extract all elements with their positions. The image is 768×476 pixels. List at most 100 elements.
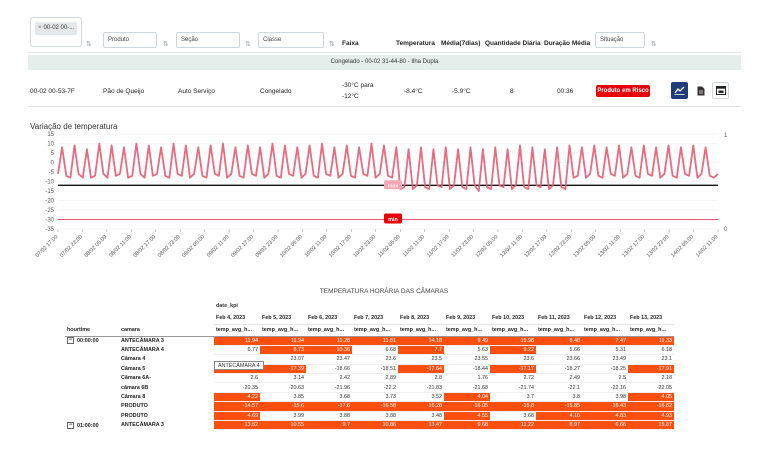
empty-cell — [119, 300, 214, 312]
y-tick-label: 5 — [51, 151, 55, 157]
table-row: Câmara 6A- 2.6 3.14 2.42 2.89 2.8 1.76 2.72 2.49… — [65, 373, 674, 384]
column-header-duracao[interactable]: Duração Média — [544, 40, 590, 47]
date-header: Feb 8, 2023 — [398, 312, 444, 325]
value-cell: 3.98 — [582, 392, 628, 403]
id-filter-select[interactable]: × 00-02 00-... — [30, 17, 82, 47]
value-cell: 3.68 — [490, 411, 536, 422]
camara-cell: Câmara 6A- — [121, 375, 151, 382]
row-temperatura: -8.4°C — [404, 88, 423, 95]
column-header-faixa[interactable]: Faixa — [342, 40, 359, 47]
value-cell: 23.07 — [260, 354, 306, 365]
line-chart-icon — [674, 86, 685, 95]
x-tick-label: 08/02 05:00 — [84, 234, 109, 259]
value-cell: 2.89 — [352, 373, 398, 384]
selected-id-chip[interactable]: × 00-02 00-... — [35, 22, 78, 35]
header-divider — [28, 52, 741, 53]
x-tick-label: 10/02 05:00 — [279, 234, 304, 259]
close-icon[interactable]: × — [38, 25, 42, 31]
collapse-icon[interactable]: − — [67, 337, 74, 345]
metric-header: temp_avg_h... — [490, 324, 536, 337]
column-header-temperatura[interactable]: Temperatura — [396, 40, 435, 47]
value-cell: 23.6 — [352, 354, 398, 365]
value-cell: 4.04 — [444, 392, 490, 403]
classe-filter-input[interactable]: Classe — [258, 32, 324, 48]
metric-header: temp_avg_h... — [306, 324, 352, 337]
x-tick-label: 13/02 23:00 — [646, 234, 671, 259]
value-cell: 3.85 — [260, 392, 306, 403]
value-cell: -21.96 — [306, 382, 352, 393]
metric-header: temp_avg_h... — [628, 324, 674, 337]
hourtime-cell — [65, 374, 119, 383]
sort-icon[interactable]: ⇅ — [245, 40, 251, 48]
column-header-quantidade[interactable]: Quantidade Diária — [485, 40, 541, 47]
x-tick-label: 11/02 23:00 — [450, 234, 475, 259]
value-cell: -21.68 — [444, 382, 490, 393]
produto-filter-input[interactable]: Produto — [103, 32, 157, 48]
value-cell: -18.25 — [582, 364, 628, 375]
sort-icon[interactable]: ⇅ — [163, 40, 169, 48]
value-cell: -15.6 — [260, 401, 306, 412]
x-tick-label: 13/02 05:00 — [572, 234, 597, 259]
value-cell: -18.51 — [352, 364, 398, 375]
hourtime-label: 01:00:00 — [77, 422, 99, 429]
collapse-icon[interactable]: − — [67, 421, 74, 429]
value-cell: 6.66 — [582, 420, 628, 431]
row-produto: Pão de Queijo — [103, 88, 145, 95]
value-cell: -18.27 — [536, 364, 582, 375]
dashboard: { "filters": { "chip_value": "00-02 00-.… — [0, 0, 768, 476]
column-header-media[interactable]: Média(7dias) — [441, 40, 480, 47]
x-tick-label: 08/02 23:00 — [157, 234, 182, 259]
x-tick-label: 14/02 11:00 — [695, 234, 720, 259]
date-header: Feb 9, 2023 — [444, 312, 490, 325]
date-header: Feb 6, 2023 — [306, 312, 352, 325]
value-cell: 7.47 — [582, 336, 628, 346]
row-secao: Auto Serviço — [178, 88, 215, 95]
sort-icon[interactable]: ⇅ — [329, 40, 335, 48]
value-cell: 11.22 — [490, 420, 536, 431]
value-cell: -18.44 — [444, 364, 490, 375]
window-button[interactable] — [712, 82, 729, 99]
value-cell: 3.7 — [490, 392, 536, 403]
value-cell: -16.58 — [352, 401, 398, 412]
value-cell: 4.05 — [628, 392, 674, 403]
y-tick-label: -35 — [45, 227, 54, 233]
x-tick-label: 08/02 17:00 — [132, 234, 157, 259]
value-cell: 5.66 — [536, 345, 582, 356]
y-tick-label: -20 — [45, 199, 54, 205]
value-cell: 6.77 — [214, 345, 260, 356]
value-cell: -17.91 — [628, 364, 674, 375]
chart-button[interactable] — [671, 82, 688, 99]
x-tick-label: 10/02 11:00 — [304, 234, 329, 259]
table-row: Câmara 5-16.84-17.39-18.66-18.51-17.64-1… — [65, 364, 674, 375]
row-media: -5.9°C — [452, 88, 471, 95]
sort-icon[interactable]: ⇅ — [651, 40, 657, 48]
value-cell: 23.6 — [490, 354, 536, 365]
y2-tick-label: 0 — [724, 227, 728, 233]
value-cell: 6.68 — [352, 345, 398, 356]
hourtime-cell — [65, 383, 119, 392]
value-cell: 2.49 — [536, 373, 582, 384]
value-cell: 3.99 — [260, 411, 306, 422]
sort-icon[interactable]: ⇅ — [86, 40, 92, 48]
value-cell: 4.83 — [582, 411, 628, 422]
group-band: Congelado - 00-02 31-44-80 - Ilha Dupla — [28, 55, 741, 70]
x-tick-label: 12/02 05:00 — [475, 234, 500, 259]
temperature-chart: 151050-5-10-15-20-25-30-351007/02 17:00 0… — [35, 132, 728, 259]
date-header: Feb 4, 2023 — [214, 312, 260, 325]
hourtime-cell — [65, 392, 119, 401]
situacao-filter-input[interactable]: Situação — [595, 32, 645, 48]
secao-filter-input[interactable]: Seção — [176, 32, 240, 48]
x-tick-label: 10/02 23:00 — [352, 234, 377, 259]
hourtime-cell — [65, 345, 119, 354]
camara-cell: ANTECÂMARA 4 — [121, 347, 164, 354]
x-tick-label: 08/02 11:00 — [108, 234, 133, 259]
value-cell: 14.18 — [398, 336, 444, 346]
value-cell: 4.22 — [214, 392, 260, 403]
value-cell: 11.94 — [214, 336, 260, 346]
date-header: Feb 5, 2023 — [260, 312, 306, 325]
table-row: −01:00:00 ANTECÂMARA 3 13.52 10.55 9.7 10.86 1… — [65, 420, 674, 431]
window-icon — [715, 86, 726, 95]
value-cell: 3.88 — [306, 411, 352, 422]
value-cell: -15.85 — [536, 401, 582, 412]
document-button[interactable] — [692, 82, 709, 99]
